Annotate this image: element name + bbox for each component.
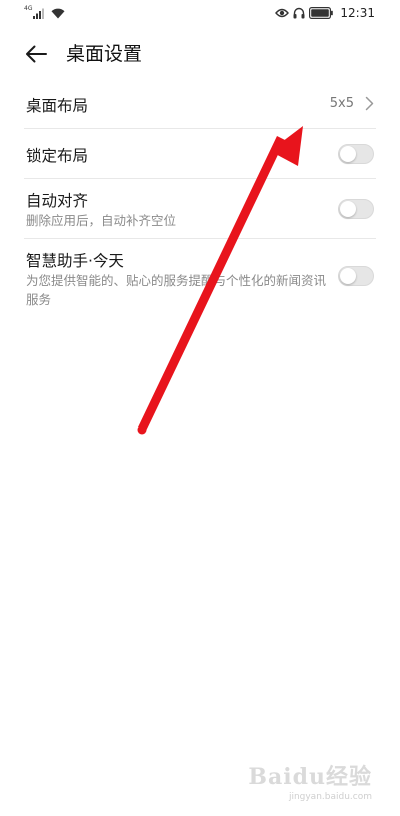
arrow-left-icon (26, 45, 47, 63)
watermark-url: jingyan.baidu.com (288, 792, 372, 802)
headphones-icon (293, 7, 305, 19)
setting-title: 桌面布局 (26, 97, 89, 115)
lock-layout-toggle[interactable] (338, 144, 374, 164)
network-type-label: 4G (24, 5, 33, 12)
screen: 4G 12:31 桌面设置 桌面布局 5x5 锁定布局 自动对齐 删除应用后，自… (0, 0, 400, 816)
setting-row-lock-layout: 锁定布局 (24, 129, 376, 179)
setting-value: 5x5 (329, 96, 354, 111)
smart-assistant-toggle[interactable] (338, 266, 374, 286)
toggle-knob (340, 268, 356, 284)
toggle-knob (340, 201, 356, 217)
setting-title: 智慧助手·今天 (26, 252, 124, 270)
app-header: 桌面设置 (0, 30, 400, 78)
auto-align-toggle[interactable] (338, 199, 374, 219)
setting-subtitle: 为您提供智能的、贴心的服务提醒与个性化的新闻资讯服务 (26, 273, 327, 307)
status-bar: 4G 12:31 (0, 0, 400, 26)
toggle-knob (340, 146, 356, 162)
page-title: 桌面设置 (66, 43, 143, 65)
signal-icon (33, 8, 45, 19)
watermark: Baidu经验 jingyan.baidu.com (248, 759, 372, 802)
battery-icon (309, 7, 334, 19)
setting-title: 自动对齐 (26, 192, 89, 210)
eye-icon (275, 8, 290, 18)
setting-title: 锁定布局 (26, 147, 89, 165)
setting-row-desktop-layout[interactable]: 桌面布局 5x5 (24, 80, 376, 129)
setting-row-smart-assistant: 智慧助手·今天 为您提供智能的、贴心的服务提醒与个性化的新闻资讯服务 (24, 239, 376, 313)
status-time: 12:31 (340, 6, 375, 20)
setting-row-auto-align: 自动对齐 删除应用后，自动补齐空位 (24, 179, 376, 239)
status-right: 12:31 (275, 4, 375, 22)
back-button[interactable] (20, 40, 52, 68)
setting-subtitle: 删除应用后，自动补齐空位 (26, 213, 177, 228)
watermark-logo: Baidu经验 (248, 764, 372, 790)
settings-list: 桌面布局 5x5 锁定布局 自动对齐 删除应用后，自动补齐空位 智慧助手·今天 … (0, 80, 400, 313)
chevron-right-icon (365, 96, 374, 111)
status-left: 4G (24, 5, 65, 19)
wifi-icon (51, 8, 65, 19)
